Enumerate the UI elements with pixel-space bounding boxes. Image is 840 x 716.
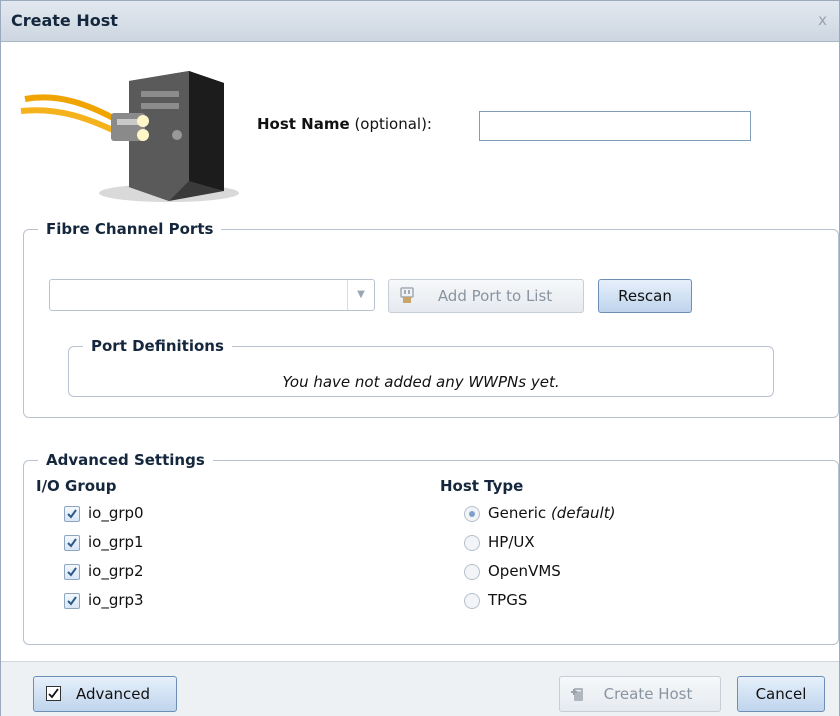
host-type-label: HP/UX [488,533,535,551]
create-host-label: Create Host [603,685,693,703]
host-name-label-text: Host Name [257,115,350,133]
radio-unselected-icon[interactable] [464,535,480,551]
host-type-heading: Host Type [440,477,524,495]
host-type-label: Generic (default) [488,504,615,522]
radio-unselected-icon[interactable] [464,564,480,580]
empty-wwpn-message: You have not added any WWPNs yet. [282,373,560,391]
port-plug-icon [400,287,414,303]
io-group-label: io_grp1 [88,533,144,551]
io-group-heading: I/O Group [36,477,117,495]
host-type-label: OpenVMS [488,562,561,580]
fibre-channel-ports-group: Fibre Channel Ports ▼ Add Port to List R… [23,220,839,418]
checkbox-checked-icon[interactable] [64,593,80,609]
host-type-generic-text: Generic [488,504,547,522]
host-name-input[interactable] [479,111,751,141]
add-port-label: Add Port to List [437,287,553,305]
radio-unselected-icon[interactable] [464,593,480,609]
io-group-label: io_grp3 [88,591,144,609]
cancel-button[interactable]: Cancel [737,676,825,712]
host-name-optional-text: (optional): [349,115,432,133]
port-definitions-group: Port Definitions You have not added any … [68,337,774,397]
host-type-default-text: (default) [550,504,616,522]
rescan-button[interactable]: Rescan [598,279,692,313]
checkbox-checked-icon[interactable] [64,506,80,522]
fibre-channel-ports-legend: Fibre Channel Ports [46,220,214,238]
host-name-label: Host Name (optional): [257,115,432,133]
advanced-settings-legend: Advanced Settings [46,451,205,469]
create-host-button[interactable]: Create Host [559,676,721,712]
chevron-down-icon[interactable]: ▼ [347,280,374,310]
checkbox-checked-icon[interactable] [64,564,80,580]
port-definitions-legend: Port Definitions [91,337,224,355]
io-group-label: io_grp2 [88,562,144,580]
close-icon[interactable]: x [818,11,827,29]
create-host-dialog: Create Host x Host Name (optional): Fibr… [0,0,840,716]
dialog-title: Create Host [11,11,118,30]
host-type-label: TPGS [488,591,528,609]
dialog-footer: Advanced Create Host Cancel [1,661,839,716]
add-port-button[interactable]: Add Port to List [388,279,584,313]
create-host-icon [571,688,583,701]
checkbox-checked-icon[interactable] [64,535,80,551]
advanced-label: Advanced [75,685,151,703]
port-select[interactable]: ▼ [49,279,375,311]
title-bar: Create Host x [1,1,839,42]
server-with-fibre-cable-icon [20,71,239,202]
radio-selected-icon[interactable] [464,506,480,522]
advanced-settings-group: Advanced Settings I/O Group io_grp0 io_g… [23,451,839,645]
checkbox-checked-icon [46,686,61,701]
io-group-label: io_grp0 [88,504,144,522]
advanced-toggle-button[interactable]: Advanced [33,676,177,712]
